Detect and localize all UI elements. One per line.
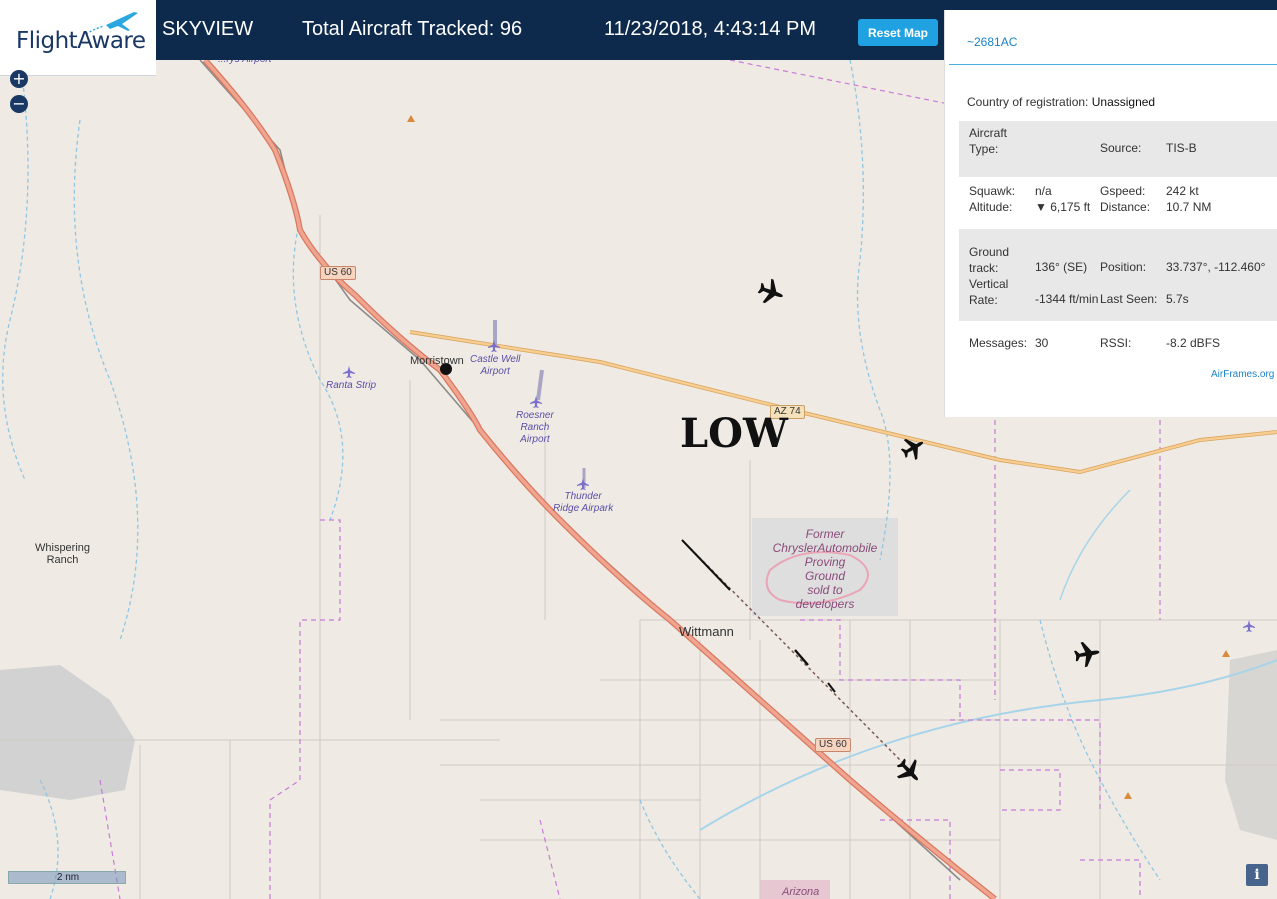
squawk-label: Squawk: (969, 184, 1016, 198)
place-label-arizona: Arizona (782, 886, 820, 898)
total-aircraft-count: Total Aircraft Tracked: 96 (302, 18, 523, 40)
altitude-value: ▼ 6,175 ft (1035, 200, 1091, 214)
country-of-registration: Country of registration: Unassigned (967, 95, 1155, 109)
distance-value: 10.7 NM (1166, 200, 1212, 214)
rssi-label: RSSI: (1100, 336, 1132, 350)
flightaware-logo[interactable]: FlightAware (0, 0, 156, 76)
vertical-rate-label: Vertical Rate: (969, 277, 1009, 307)
place-label-wittmann: Wittmann (679, 624, 734, 639)
altitude-label: Altitude: (969, 200, 1013, 214)
source-label: Source: (1100, 141, 1142, 155)
datetime: 11/23/2018, 4:43:14 PM (604, 18, 817, 40)
road-shield-us60: US 60 (815, 738, 851, 752)
rssi-value: -8.2 dBFS (1166, 336, 1221, 350)
airport-label-roesner: Roesner Ranch Airport (516, 410, 554, 445)
zoom-out-icon[interactable]: − (10, 95, 28, 113)
vertical-rate-value: -1344 ft/min (1035, 292, 1099, 306)
messages-label: Messages: (969, 336, 1028, 350)
airport-label-ranta: Ranta Strip (326, 380, 377, 391)
ground-track-value: 136° (SE) (1035, 260, 1088, 274)
place-label-whispering-ranch: Whispering Ranch (35, 542, 91, 566)
gspeed-label: Gspeed: (1100, 184, 1146, 198)
country-value: Unassigned (1091, 95, 1156, 109)
place-label-former-chrysler: Former ChryslerAutomobile Proving Ground… (772, 527, 878, 611)
scale-bar: 2 nm (8, 871, 126, 884)
position-label: Position: (1100, 260, 1147, 274)
aircraft-info-panel: ~2681AC Country of registration: Unassig… (944, 10, 1277, 417)
airport-label-castle-well: Castle Well Airport (470, 354, 521, 377)
country-label: Country of registration: (967, 95, 1089, 109)
road-shield-us60: US 60 (320, 266, 356, 280)
ground-track-label: Ground track: (969, 245, 1010, 275)
gspeed-value: 242 kt (1166, 184, 1199, 198)
info-icon[interactable]: i (1246, 864, 1268, 886)
app-title: SKYVIEW (162, 18, 254, 40)
aircraft-type-label: Aircraft Type: (969, 126, 1008, 156)
reset-map-button[interactable]: Reset Map (858, 19, 938, 46)
aircraft-ident[interactable]: ~2681AC (967, 35, 1017, 49)
messages-value: 30 (1035, 336, 1049, 350)
last-seen-value: 5.7s (1166, 292, 1189, 306)
squawk-value: n/a (1035, 184, 1052, 198)
airframes-link[interactable]: AirFrames.org (1211, 369, 1274, 380)
last-seen-label: Last Seen: (1100, 292, 1158, 306)
zoom-in-icon[interactable]: + (10, 70, 28, 88)
source-value: TIS-B (1166, 141, 1197, 155)
logo-text: FlightAware (16, 28, 146, 54)
distance-label: Distance: (1100, 200, 1151, 214)
scale-label: 2 nm (56, 872, 80, 883)
altitude-low-label: LOW (680, 410, 788, 457)
panel-divider (949, 64, 1277, 65)
place-label-morristown: Morristown (410, 355, 464, 367)
position-value: 33.737°, -112.460° (1166, 260, 1266, 274)
airport-label-thunder-ridge: Thunder Ridge Airpark (553, 491, 614, 514)
